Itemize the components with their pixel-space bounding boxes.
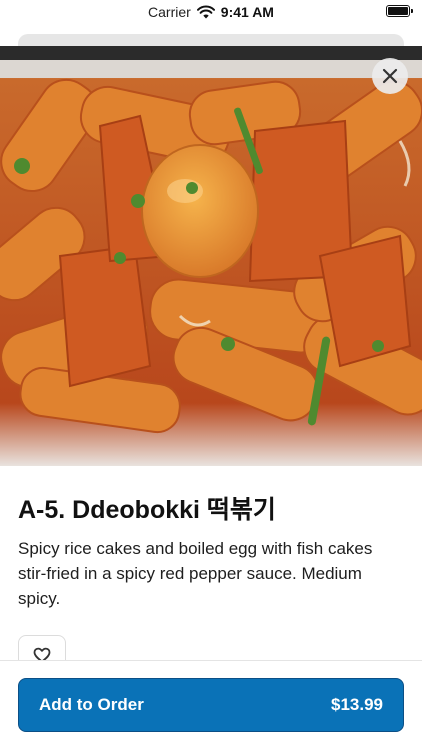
close-icon — [382, 68, 398, 84]
item-description: Spicy rice cakes and boiled egg with fis… — [18, 539, 373, 608]
close-button[interactable] — [372, 58, 408, 94]
add-to-order-button[interactable]: Add to Order $13.99 — [18, 678, 404, 732]
wifi-icon — [196, 5, 215, 19]
item-photo — [0, 46, 422, 466]
carrier-label: Carrier — [148, 4, 191, 20]
battery-icon — [386, 5, 413, 17]
status-center: Carrier 9:41 AM — [148, 4, 274, 20]
item-price: $13.99 — [331, 695, 383, 714]
clock: 9:41 AM — [220, 4, 274, 20]
status-bar: Carrier 9:41 AM — [0, 0, 422, 24]
item-title: A-5. Ddeobokki 떡볶기 — [18, 496, 276, 524]
add-to-order-label: Add to Order — [39, 695, 144, 714]
